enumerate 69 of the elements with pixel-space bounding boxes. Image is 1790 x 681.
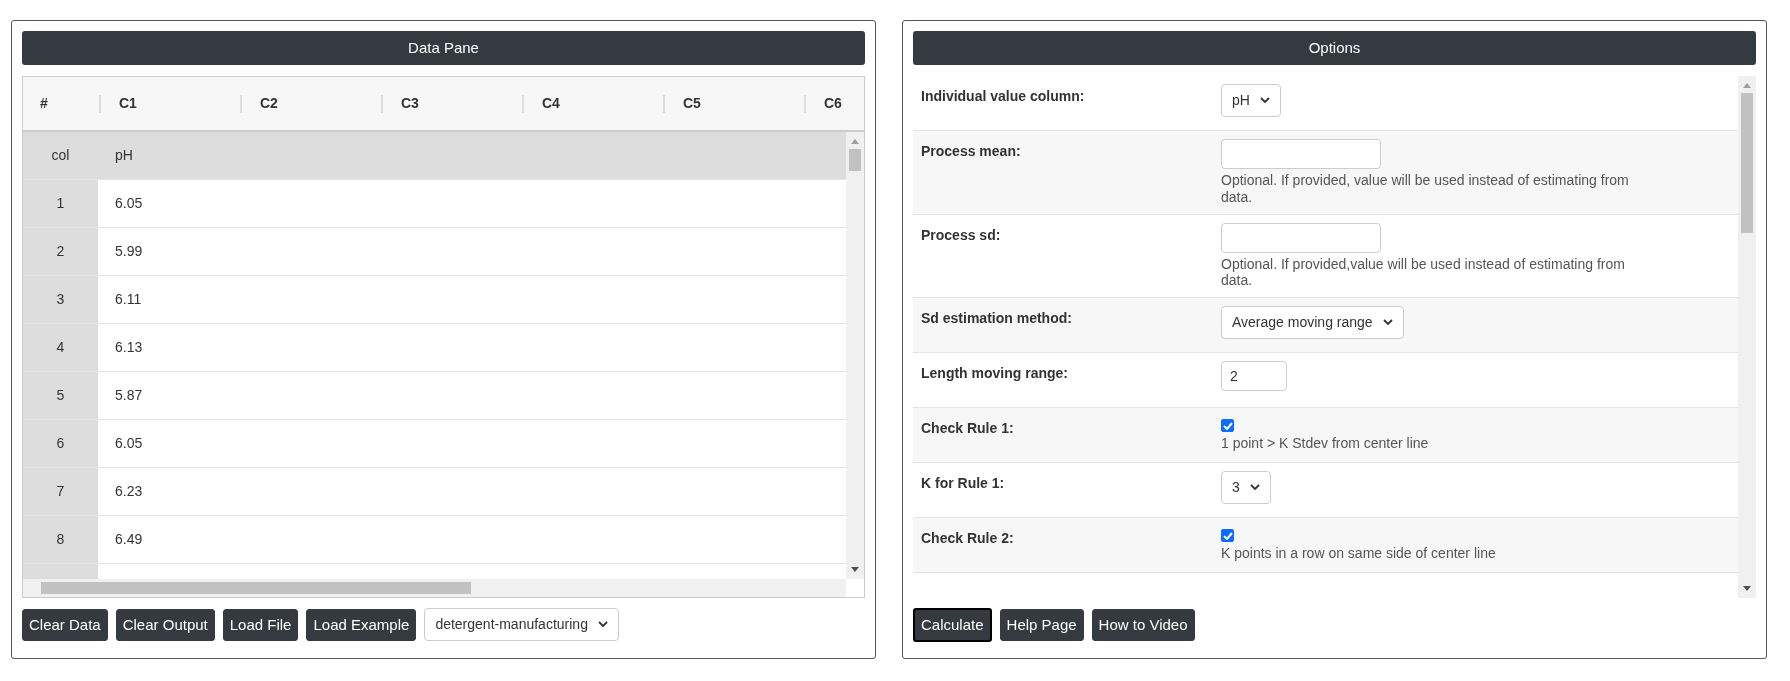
column-header[interactable]: C6 xyxy=(824,93,842,114)
dropdown[interactable]: 3 xyxy=(1221,471,1271,505)
field-label: Process sd: xyxy=(921,225,1002,245)
field-label: Sd estimation method: xyxy=(921,309,1073,329)
table-cell-text: 6.11 xyxy=(114,290,142,309)
help-text: Optional. If provided,value will be used instead of estimating from data. xyxy=(1221,255,1626,290)
scroll-thumb[interactable] xyxy=(41,582,471,594)
chevron-down-icon xyxy=(1382,319,1393,327)
help-text: K points in a row on same side of center line xyxy=(1221,545,1496,562)
horizontal-scrollbar[interactable] xyxy=(23,579,846,597)
row-number: 4 xyxy=(56,338,65,357)
row-number: 7 xyxy=(56,482,65,501)
table-cell-text: 5.87 xyxy=(114,386,143,405)
action-button[interactable]: Clear Output xyxy=(115,608,215,641)
checkbox[interactable] xyxy=(1221,419,1234,433)
action-button[interactable]: Load File xyxy=(222,608,299,641)
column-header[interactable]: C3 xyxy=(401,93,419,114)
chevron-down-icon xyxy=(597,621,608,628)
scroll-thumb[interactable] xyxy=(1741,93,1753,233)
row-number: 6 xyxy=(56,434,65,453)
field-label: Individual value column: xyxy=(921,87,1086,106)
input-field[interactable]: 2 xyxy=(1221,361,1287,392)
row-header: col xyxy=(51,146,70,165)
column-name: pH xyxy=(114,146,133,165)
scroll-up-icon[interactable] xyxy=(1742,81,1752,89)
table-cell-text: 6.13 xyxy=(114,338,143,357)
input-field[interactable] xyxy=(1221,139,1381,169)
help-text: 1 point > K Stdev from center line xyxy=(1221,435,1429,452)
help-text: Optional. If provided, value will be used instead of estimating from data. xyxy=(1221,172,1630,206)
dropdown[interactable]: Average moving range xyxy=(1221,306,1404,340)
table-cell-text: 6.49 xyxy=(114,530,143,549)
row-number: 3 xyxy=(56,290,65,309)
table-cell-text: 6.05 xyxy=(114,194,143,213)
action-button[interactable]: Help Page xyxy=(999,609,1084,641)
scroll-thumb[interactable] xyxy=(849,149,861,171)
row-number: 8 xyxy=(56,530,65,549)
scroll-down-icon[interactable] xyxy=(1742,585,1752,593)
scroll-up-icon[interactable] xyxy=(850,137,860,145)
checkbox[interactable] xyxy=(1221,529,1234,543)
scroll-down-icon[interactable] xyxy=(850,566,860,574)
panel-title: Options xyxy=(913,31,1756,65)
field-label: K for Rule 1: xyxy=(921,474,1006,494)
action-button[interactable]: Clear Data xyxy=(22,608,108,641)
column-header[interactable]: # xyxy=(40,93,48,114)
panel-title: Data Pane xyxy=(22,31,865,65)
column-header[interactable]: C5 xyxy=(683,93,701,114)
input-field[interactable] xyxy=(1221,222,1381,253)
vertical-scrollbar[interactable] xyxy=(846,132,864,579)
action-button[interactable]: Load Example xyxy=(306,608,417,641)
column-header[interactable]: C1 xyxy=(119,93,137,114)
chevron-down-icon xyxy=(1249,484,1260,492)
row-number: 1 xyxy=(56,194,65,213)
table-cell-text: 5.99 xyxy=(114,242,143,261)
chevron-down-icon xyxy=(1259,97,1270,104)
row-number: 5 xyxy=(56,386,65,405)
field-label: Length moving range: xyxy=(921,364,1069,384)
field-label: Process mean: xyxy=(921,142,1022,161)
vertical-scrollbar[interactable] xyxy=(1738,76,1756,598)
field-label: Check Rule 1: xyxy=(921,419,1015,439)
column-header[interactable]: C4 xyxy=(542,93,560,114)
row-number: 2 xyxy=(56,242,65,261)
column-header[interactable]: C2 xyxy=(260,93,278,114)
action-button[interactable]: Calculate xyxy=(913,608,992,642)
table-cell-text: 6.05 xyxy=(114,434,143,453)
action-button[interactable]: How to Video xyxy=(1091,609,1195,641)
example-dropdown[interactable]: detergent-manufacturing xyxy=(424,608,619,641)
table-cell-text: 6.23 xyxy=(114,482,143,501)
dropdown[interactable]: pH xyxy=(1221,84,1281,117)
field-label: Check Rule 2: xyxy=(921,529,1015,549)
